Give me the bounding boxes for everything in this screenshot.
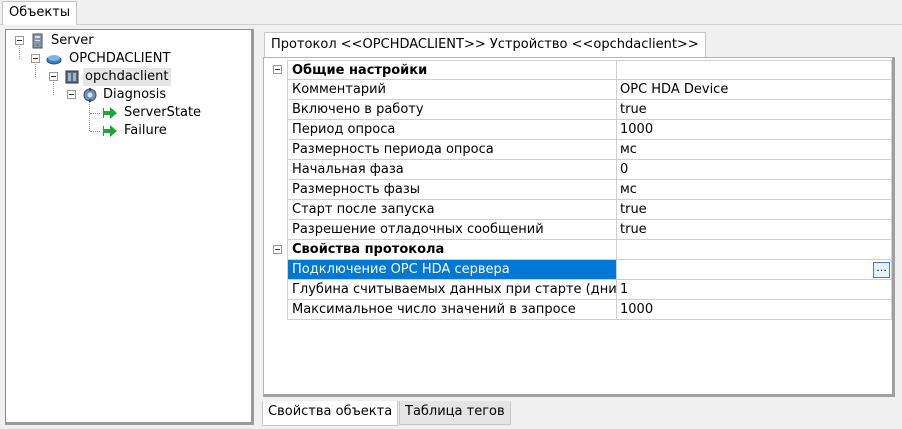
property-value[interactable]: мс xyxy=(617,180,892,200)
property-row[interactable]: Включено в работу true xyxy=(271,100,892,120)
tree-label-server: Server xyxy=(51,33,94,48)
bottom-tab-bar: Свойства объекта Таблица тегов xyxy=(259,401,899,427)
property-key: Максимальное число значений в запросе xyxy=(287,300,617,320)
green-arrow-icon xyxy=(102,123,118,139)
collapse-toggle-icon[interactable] xyxy=(67,90,76,99)
protocol-icon xyxy=(46,51,62,67)
property-row[interactable]: Период опроса 1000 xyxy=(271,120,892,140)
object-tree[interactable]: Server OPCHDACLIENT opchdaclient Diagnos… xyxy=(5,29,254,425)
collapse-toggle-icon[interactable] xyxy=(273,65,282,74)
tree-node-serverstate[interactable]: ServerState xyxy=(6,104,246,122)
tab-object-properties[interactable]: Свойства объекта xyxy=(262,401,399,426)
property-value[interactable]: 1000 xyxy=(617,300,892,320)
group-value xyxy=(617,240,892,260)
property-value[interactable]: true xyxy=(617,220,892,240)
property-grid: Общие настройки Комментарий OPC HDA Devi… xyxy=(271,60,892,320)
tree-label-serverstate: ServerState xyxy=(124,105,202,120)
tree-node-opchdaclient[interactable]: OPCHDACLIENT xyxy=(6,50,246,68)
group-label: Общие настройки xyxy=(287,60,617,80)
tree-node-server[interactable]: Server xyxy=(6,32,246,50)
tab-tag-table[interactable]: Таблица тегов xyxy=(399,401,511,425)
property-key: Период опроса xyxy=(287,120,617,140)
property-value[interactable]: 0 xyxy=(617,160,892,180)
green-arrow-icon xyxy=(102,105,118,121)
tree-node-diagnosis[interactable]: Diagnosis xyxy=(6,86,246,104)
property-grid-frame: Общие настройки Комментарий OPC HDA Devi… xyxy=(263,57,895,397)
property-key: Размерность фазы xyxy=(287,180,617,200)
ellipsis-button[interactable]: ... xyxy=(873,262,890,278)
collapse-toggle-icon[interactable] xyxy=(31,54,40,63)
top-tab-bar: Объекты xyxy=(0,0,902,25)
property-value[interactable]: OPC HDA Device xyxy=(617,80,892,100)
property-value[interactable]: 1000 xyxy=(617,120,892,140)
tree-label-device: opchdaclient xyxy=(83,68,171,86)
property-row[interactable]: Комментарий OPC HDA Device xyxy=(271,80,892,100)
property-value[interactable]: ... xyxy=(617,260,892,280)
tree-label-diagnosis: Diagnosis xyxy=(103,87,167,102)
device-icon xyxy=(64,69,80,85)
property-row[interactable]: Начальная фаза 0 xyxy=(271,160,892,180)
property-value[interactable]: true xyxy=(617,200,892,220)
collapse-toggle-icon[interactable] xyxy=(49,72,58,81)
server-icon xyxy=(30,33,46,49)
property-row[interactable]: Размерность фазы мс xyxy=(271,180,892,200)
tree-node-failure[interactable]: Failure xyxy=(6,122,246,140)
property-row[interactable]: Максимальное число значений в запросе 10… xyxy=(271,300,892,320)
property-key: Комментарий xyxy=(287,80,617,100)
property-row[interactable]: Глубина считываемых данных при старте (д… xyxy=(271,280,892,300)
tree-node-device[interactable]: opchdaclient xyxy=(6,68,246,86)
property-key: Начальная фаза xyxy=(287,160,617,180)
property-value[interactable]: 1 xyxy=(617,280,892,300)
collapse-toggle-icon[interactable] xyxy=(15,36,24,45)
properties-panel: Протокол <<OPCHDACLIENT>> Устройство <<o… xyxy=(259,29,899,400)
group-label: Свойства протокола xyxy=(287,240,617,260)
property-key: Старт после запуска xyxy=(287,200,617,220)
diagnosis-icon xyxy=(82,87,98,103)
property-value[interactable]: мс xyxy=(617,140,892,160)
tree-label-opchdaclient: OPCHDACLIENT xyxy=(69,51,171,66)
property-row[interactable]: Размерность периода опроса мс xyxy=(271,140,892,160)
property-row[interactable]: Старт после запуска true xyxy=(271,200,892,220)
collapse-toggle-icon[interactable] xyxy=(273,245,282,254)
property-row[interactable]: Разрешение отладочных сообщений true xyxy=(271,220,892,240)
group-general[interactable]: Общие настройки xyxy=(271,60,892,80)
tab-protocol-device[interactable]: Протокол <<OPCHDACLIENT>> Устройство <<o… xyxy=(264,32,706,57)
group-protocol[interactable]: Свойства протокола xyxy=(271,240,892,260)
property-key: Глубина считываемых данных при старте (д… xyxy=(287,280,617,300)
property-key: Подключение OPC HDA сервера xyxy=(287,260,617,280)
tree-label-failure: Failure xyxy=(124,123,167,138)
property-key: Размерность периода опроса xyxy=(287,140,617,160)
group-value xyxy=(617,60,892,80)
property-value[interactable]: true xyxy=(617,100,892,120)
property-row-selected[interactable]: Подключение OPC HDA сервера ... xyxy=(271,260,892,280)
property-key: Включено в работу xyxy=(287,100,617,120)
tab-objects[interactable]: Объекты xyxy=(2,1,78,25)
property-key: Разрешение отладочных сообщений xyxy=(287,220,617,240)
